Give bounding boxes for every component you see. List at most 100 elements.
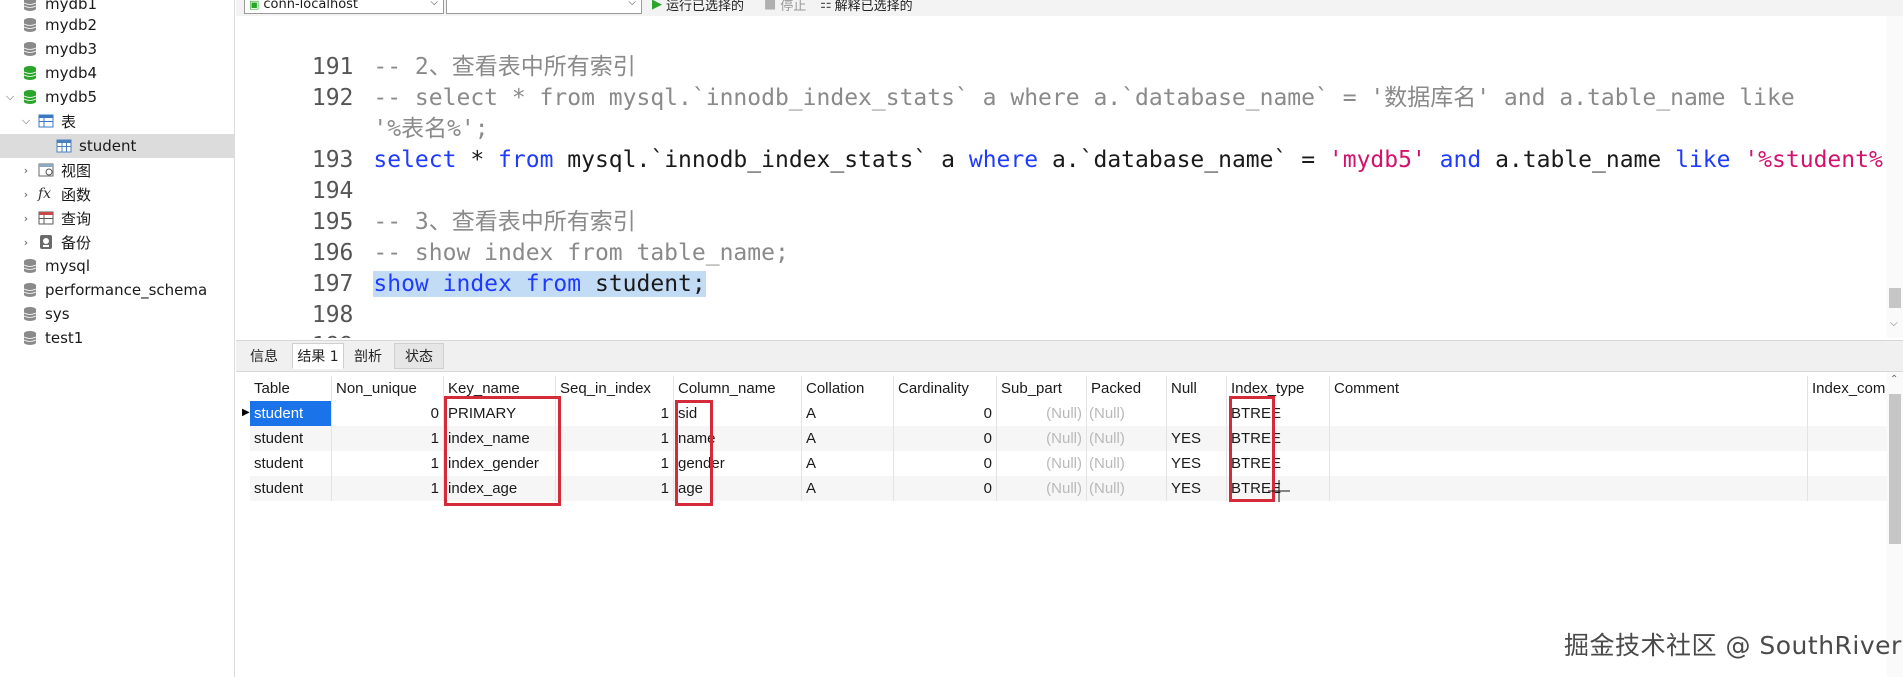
chevron-right-icon[interactable]: › — [20, 164, 32, 177]
grid-cell[interactable]: 1 — [332, 476, 444, 501]
grid-cell[interactable]: A — [802, 426, 894, 451]
grid-cell[interactable]: 1 — [556, 451, 674, 476]
run-selected-button[interactable]: ▶ 运行已选择的 — [652, 0, 744, 14]
grid-cell[interactable]: (Null) — [997, 451, 1087, 476]
chevron-down-icon[interactable]: ⌵ — [4, 90, 16, 103]
chevron-right-icon[interactable]: › — [20, 212, 32, 225]
code-line-wrapped: '%表名%'; — [236, 83, 488, 142]
column-header-sub-part[interactable]: Sub_part — [997, 376, 1087, 401]
grid-cell[interactable]: 0 — [894, 426, 997, 451]
explain-selected-button[interactable]: ☷ 解释已选择的 — [820, 0, 913, 14]
grid-cell[interactable]: 1 — [556, 401, 674, 426]
grid-cell[interactable]: (Null) — [1087, 451, 1167, 476]
grid-cell[interactable]: (Null) — [997, 476, 1087, 501]
column-header-column-name[interactable]: Column_name — [674, 376, 802, 401]
grid-cell[interactable]: (Null) — [997, 426, 1087, 451]
grid-cell[interactable] — [1808, 426, 1887, 451]
grid-cell[interactable]: student — [250, 451, 332, 476]
tree-item-queries-folder[interactable]: › 查询 — [0, 206, 234, 230]
column-header-packed[interactable]: Packed — [1087, 376, 1167, 401]
grid-cell[interactable] — [1330, 451, 1808, 476]
tree-item-student-table[interactable]: student — [0, 134, 234, 158]
database-select[interactable]: ⌵ — [446, 0, 642, 14]
grid-cell[interactable]: (Null) — [997, 401, 1087, 426]
tree-item-mydb2[interactable]: mydb2 — [0, 13, 234, 37]
column-header-comment[interactable]: Comment — [1330, 376, 1808, 401]
tree-item-performance-schema[interactable]: performance_schema — [0, 278, 234, 302]
tree-item-mydb5[interactable]: ⌵ mydb5 — [0, 85, 234, 109]
keyword: like — [1675, 147, 1731, 173]
grid-cell[interactable]: 1 — [556, 476, 674, 501]
tab-profile[interactable]: 剖析 — [346, 343, 390, 369]
grid-cell[interactable]: student — [250, 426, 332, 451]
tree-item-mydb3[interactable]: mydb3 — [0, 37, 234, 61]
chevron-right-icon[interactable]: › — [20, 188, 32, 201]
scroll-thumb[interactable] — [1889, 288, 1901, 308]
grid-cell[interactable] — [1808, 401, 1887, 426]
grid-cell[interactable]: YES — [1167, 426, 1227, 451]
chevron-down-icon[interactable]: ⌵ — [1890, 318, 1898, 329]
keyword: and — [1425, 147, 1482, 173]
table-folder-icon — [38, 114, 54, 128]
grid-cell[interactable]: (Null) — [1087, 476, 1167, 501]
grid-cell[interactable]: YES — [1167, 451, 1227, 476]
chevron-right-icon[interactable]: › — [20, 236, 32, 249]
grid-cell[interactable]: A — [802, 451, 894, 476]
grid-cell[interactable]: 0 — [894, 476, 997, 501]
tree-item-mysql[interactable]: mysql — [0, 254, 234, 278]
grid-cell[interactable]: (Null) — [1087, 401, 1167, 426]
grid-cell[interactable]: YES — [1167, 476, 1227, 501]
tree-item-test1[interactable]: test1 — [0, 326, 234, 350]
tree-item-tables-folder[interactable]: ⌵ 表 — [0, 109, 234, 133]
grid-cell[interactable]: (Null) — [1087, 426, 1167, 451]
column-header-table[interactable]: Table — [250, 376, 332, 401]
column-header-cardinality[interactable]: Cardinality — [894, 376, 997, 401]
tree-item-label: mydb5 — [45, 88, 98, 106]
database-open-icon — [23, 90, 37, 104]
current-row-marker-icon: ▶ — [242, 407, 250, 418]
grid-cell[interactable]: 0 — [332, 401, 444, 426]
connection-select[interactable]: ▣ conn-localhost ⌵ — [244, 0, 444, 14]
code-line: 195 -- 3、查看表中所有索引 — [236, 176, 636, 235]
tree-item-label: test1 — [45, 329, 84, 347]
tree-item-backups-folder[interactable]: › 备份 — [0, 230, 234, 254]
grid-cell[interactable]: student — [250, 401, 332, 426]
column-header-non-unique[interactable]: Non_unique — [332, 376, 444, 401]
column-header-collation[interactable]: Collation — [802, 376, 894, 401]
column-header-index-comment[interactable]: Index_com — [1808, 376, 1887, 401]
grid-cell[interactable] — [1330, 426, 1808, 451]
tab-info[interactable]: 信息 — [240, 343, 288, 369]
grid-cell[interactable] — [1167, 401, 1227, 426]
tree-item-views-folder[interactable]: › 视图 — [0, 158, 234, 182]
editor-scrollbar[interactable]: ⌵ — [1887, 16, 1903, 338]
result-tabs: 信息 结果 1 剖析 状态 — [236, 340, 1903, 372]
tree-item-mydb4[interactable]: mydb4 — [0, 61, 234, 85]
column-header-seq-in-index[interactable]: Seq_in_index — [556, 376, 674, 401]
grid-cell[interactable] — [1330, 401, 1808, 426]
chevron-down-icon[interactable]: ⌵ — [20, 114, 32, 127]
stop-button[interactable]: ■ 停止 — [764, 0, 806, 14]
grid-cell[interactable]: 0 — [894, 401, 997, 426]
grid-cell[interactable]: 1 — [332, 451, 444, 476]
tree-item-functions-folder[interactable]: › fx 函数 — [0, 182, 234, 206]
connection-value: conn-localhost — [263, 0, 359, 12]
grid-cell[interactable] — [1808, 451, 1887, 476]
column-header-null[interactable]: Null — [1167, 376, 1227, 401]
sql-editor[interactable]: 191 -- 2、查看表中所有索引 192 -- select * from mys… — [236, 16, 1887, 338]
tab-status[interactable]: 状态 — [394, 343, 444, 369]
comment-text: -- select * from mysql.`innodb_index_sta… — [373, 85, 1795, 111]
grid-cell[interactable]: 0 — [894, 451, 997, 476]
grid-cell[interactable]: 1 — [556, 426, 674, 451]
tree-item-sys[interactable]: sys — [0, 302, 234, 326]
tab-result-1[interactable]: 结果 1 — [292, 343, 344, 369]
grid-cell[interactable] — [1808, 476, 1887, 501]
code-line: 191 -- 2、查看表中所有索引 — [236, 21, 636, 80]
chevron-up-icon[interactable]: ⌃ — [1890, 374, 1898, 385]
grid-cell[interactable] — [1330, 476, 1808, 501]
stop-icon: ■ — [764, 0, 777, 12]
grid-cell[interactable]: A — [802, 476, 894, 501]
grid-cell[interactable]: A — [802, 401, 894, 426]
scroll-thumb[interactable] — [1889, 394, 1901, 544]
grid-cell[interactable]: student — [250, 476, 332, 501]
grid-cell[interactable]: 1 — [332, 426, 444, 451]
